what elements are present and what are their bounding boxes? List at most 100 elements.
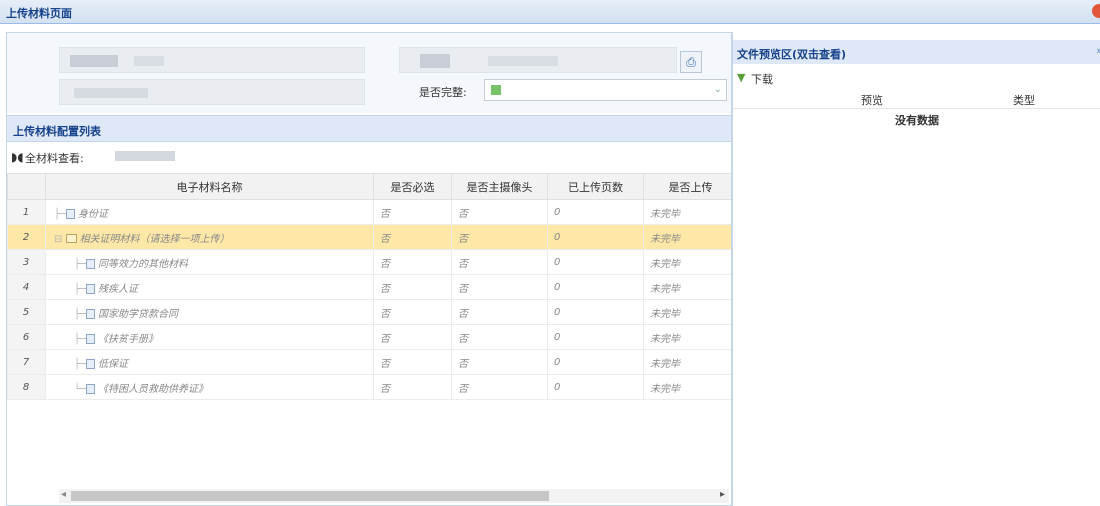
download-icon[interactable]: ▼	[737, 71, 745, 84]
main-camera-cell[interactable]: 否	[451, 274, 548, 300]
row-number[interactable]: 1	[7, 199, 46, 225]
main-camera-cell[interactable]: 否	[451, 324, 548, 350]
grid-body: 1 ├─ 身份证否否 0 未完毕 2 ⊟ 相关证明材料（请选择一项上传）否否 0 未完毕 3 ├─ 同…	[7, 199, 731, 400]
uploaded-cell[interactable]: 未完毕	[643, 299, 731, 325]
required-cell[interactable]: 否	[373, 274, 452, 300]
material-name-cell[interactable]: ├─ 残疾人证	[45, 274, 374, 300]
pages-cell[interactable]: 0	[547, 199, 644, 225]
pages-cell[interactable]: 0	[547, 374, 644, 400]
row-number[interactable]: 6	[7, 324, 46, 350]
material-name: 身份证	[78, 208, 109, 220]
required-cell[interactable]: 否	[373, 199, 452, 225]
table-row[interactable]: 4 ├─ 残疾人证否否 0 未完毕	[7, 274, 731, 300]
pages-cell[interactable]: 0	[547, 274, 644, 300]
required-cell[interactable]: 否	[373, 249, 452, 275]
all-materials-label[interactable]: 全材料查看:	[25, 150, 84, 166]
redacted-field	[59, 79, 365, 105]
row-number[interactable]: 8	[7, 374, 46, 400]
column-header-preview[interactable]: 预览	[861, 92, 883, 108]
redacted-value	[115, 151, 175, 161]
uploaded-cell[interactable]: 未完毕	[643, 249, 731, 275]
column-header-main-camera[interactable]: 是否主摄像头	[451, 173, 548, 200]
main-camera-cell[interactable]: 否	[451, 249, 548, 275]
material-name: 《特困人员救助供养证》	[98, 383, 209, 395]
main-camera-cell[interactable]: 否	[451, 349, 548, 375]
document-icon	[86, 308, 96, 319]
horizontal-scrollbar[interactable]: ◂ ▸	[59, 489, 729, 503]
uploaded-cell[interactable]: 未完毕	[643, 199, 731, 225]
main-camera-cell[interactable]: 否	[451, 299, 548, 325]
grid-header-row: 电子材料名称 是否必选 是否主摄像头 已上传页数 是否上传	[7, 173, 731, 200]
chevron-down-icon[interactable]: ⌄	[714, 84, 722, 95]
table-row[interactable]: 5 ├─ 国家助学贷款合同否否 0 未完毕	[7, 299, 731, 325]
scroll-right-icon[interactable]: ▸	[720, 489, 725, 500]
complete-label: 是否完整:	[419, 86, 467, 99]
required-cell[interactable]: 否	[373, 349, 452, 375]
uploaded-cell[interactable]: 未完毕	[643, 224, 731, 250]
document-icon	[86, 333, 96, 344]
column-header-name[interactable]: 电子材料名称	[45, 173, 374, 200]
column-header-required[interactable]: 是否必选	[373, 173, 452, 200]
material-name-cell[interactable]: ├─ 同等效力的其他材料	[45, 249, 374, 275]
table-row[interactable]: 2 ⊟ 相关证明材料（请选择一项上传）否否 0 未完毕	[7, 224, 731, 250]
column-header-uploaded[interactable]: 是否上传	[643, 173, 731, 200]
materials-grid: 电子材料名称 是否必选 是否主摄像头 已上传页数 是否上传 1 ├─ 身份证否否 0 未…	[7, 173, 731, 400]
uploaded-cell[interactable]: 未完毕	[643, 349, 731, 375]
main-camera-cell[interactable]: 否	[451, 374, 548, 400]
table-row[interactable]: 6 ├─ 《扶贫手册》否否 0 未完毕	[7, 324, 731, 350]
material-name: 低保证	[98, 358, 129, 370]
close-icon[interactable]	[1092, 4, 1100, 18]
uploaded-cell[interactable]: 未完毕	[643, 274, 731, 300]
required-cell[interactable]: 否	[373, 374, 452, 400]
row-number[interactable]: 5	[7, 299, 46, 325]
pages-cell[interactable]: 0	[547, 349, 644, 375]
material-name-cell[interactable]: └─ 《特困人员救助供养证》	[45, 374, 374, 400]
material-name-cell[interactable]: ├─ 国家助学贷款合同	[45, 299, 374, 325]
table-row[interactable]: 1 ├─ 身份证否否 0 未完毕	[7, 199, 731, 225]
tree-connector: ├─	[54, 208, 67, 220]
collapse-icon[interactable]: »	[1096, 44, 1100, 57]
tree-connector: ├─	[74, 258, 87, 270]
printer-icon: ⎙	[686, 55, 696, 69]
scrollbar-thumb[interactable]	[71, 491, 549, 501]
column-header-pages[interactable]: 已上传页数	[547, 173, 644, 200]
table-row[interactable]: 7 ├─ 低保证否否 0 未完毕	[7, 349, 731, 375]
tree-connector: └─	[74, 383, 87, 395]
row-number[interactable]: 2	[7, 224, 46, 250]
pages-cell[interactable]: 0	[547, 224, 644, 250]
pages-cell[interactable]: 0	[547, 249, 644, 275]
download-button[interactable]: 下载	[751, 71, 773, 87]
row-number[interactable]: 3	[7, 249, 46, 275]
tree-connector: ├─	[74, 333, 87, 345]
table-row[interactable]: 8 └─ 《特困人员救助供养证》否否 0 未完毕	[7, 374, 731, 400]
preview-header: 文件预览区(双击查看) »	[733, 40, 1100, 64]
row-number[interactable]: 7	[7, 349, 46, 375]
document-icon	[86, 383, 96, 394]
main-camera-cell[interactable]: 否	[451, 224, 548, 250]
upload-config-header: 上传材料配置列表	[7, 115, 731, 142]
material-name-cell[interactable]: ├─ 低保证	[45, 349, 374, 375]
material-name-cell[interactable]: ├─ 身份证	[45, 199, 374, 225]
required-cell[interactable]: 否	[373, 324, 452, 350]
required-cell[interactable]: 否	[373, 224, 452, 250]
required-cell[interactable]: 否	[373, 299, 452, 325]
main-camera-cell[interactable]: 否	[451, 199, 548, 225]
column-header-type[interactable]: 类型	[1013, 92, 1035, 108]
table-row[interactable]: 3 ├─ 同等效力的其他材料否否 0 未完毕	[7, 249, 731, 275]
pages-cell[interactable]: 0	[547, 299, 644, 325]
scroll-left-icon[interactable]: ◂	[61, 489, 66, 500]
folder-icon	[65, 234, 77, 243]
collapse-tree-icon[interactable]: ⊟	[54, 234, 66, 245]
binoculars-icon[interactable]: ◗◖	[11, 150, 24, 164]
window-title: 上传材料页面	[6, 7, 72, 20]
print-button[interactable]: ⎙	[680, 51, 702, 73]
material-name-cell[interactable]: ├─ 《扶贫手册》	[45, 324, 374, 350]
row-number[interactable]: 4	[7, 274, 46, 300]
pages-cell[interactable]: 0	[547, 324, 644, 350]
complete-select[interactable]: ⌄	[484, 79, 727, 101]
uploaded-cell[interactable]: 未完毕	[643, 324, 731, 350]
tree-connector: ├─	[74, 308, 87, 320]
document-icon	[86, 258, 96, 269]
uploaded-cell[interactable]: 未完毕	[643, 374, 731, 400]
material-name-cell[interactable]: ⊟ 相关证明材料（请选择一项上传）	[45, 224, 374, 250]
